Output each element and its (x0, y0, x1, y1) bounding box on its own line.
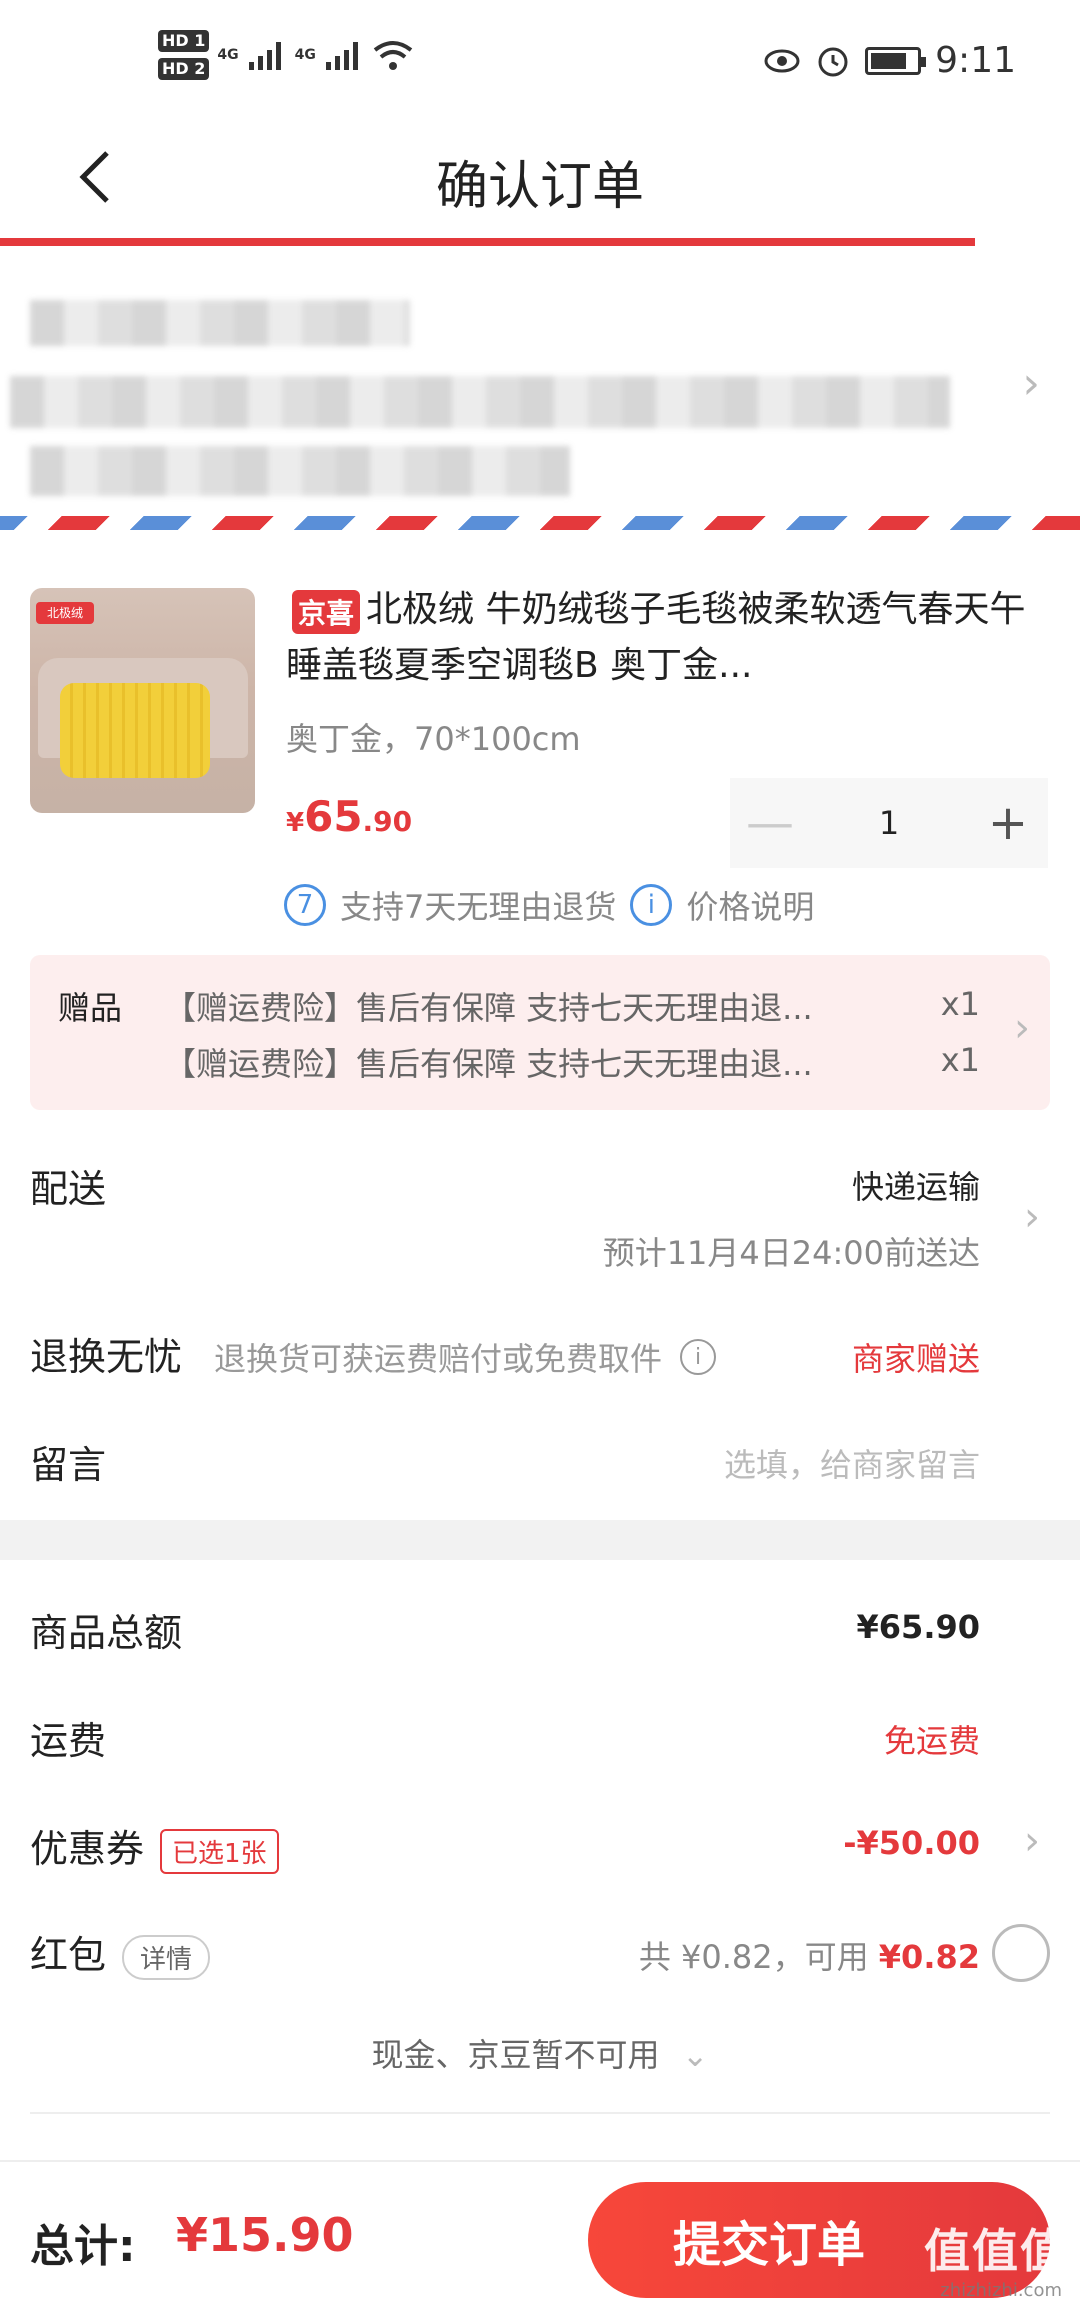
chevron-right-icon: › (1024, 1194, 1040, 1240)
price-int: 65 (304, 792, 363, 841)
quantity-stepper: — 1 + (730, 778, 1048, 868)
total-label: 总计: (30, 2221, 136, 2272)
address-card[interactable]: › (0, 246, 1080, 516)
shipping-label: 运费 (30, 1719, 107, 1763)
status-right: 9:11 (763, 40, 1016, 81)
redpacket-label-text: 红包 (30, 1933, 107, 1977)
shipping-value: 免运费 (883, 1722, 980, 1760)
decrease-button[interactable]: — (730, 795, 810, 851)
signal-icon-2: 4G (294, 47, 316, 63)
alarm-icon (818, 47, 848, 76)
total-value: ¥15.90 (176, 2208, 354, 2262)
info-icon[interactable]: i (680, 1339, 717, 1375)
goods-total-value: ¥65.90 (856, 1608, 980, 1646)
gift-qty: x1 (940, 985, 980, 1023)
clock: 9:11 (935, 40, 1016, 81)
product-price: ¥65.90 (286, 792, 412, 841)
battery-icon (865, 46, 927, 75)
status-bar: HD 1 HD 2 4G 4G 9:11 (0, 0, 1080, 120)
coupon-label: 优惠券 已选1张 (30, 1818, 279, 1874)
redpacket-available: ¥0.82 (878, 1938, 980, 1976)
title-bar: 确认订单 (0, 120, 1080, 238)
address-line-blurred (10, 376, 950, 428)
redpacket-detail-button[interactable]: 详情 (122, 1935, 211, 1980)
goods-total-label: 商品总额 (30, 1611, 183, 1655)
redpacket-total: 共 ¥0.82，可用 (638, 1938, 869, 1976)
gifts-label: 赠品 (58, 989, 123, 1027)
gifts-panel[interactable]: 赠品 【赠运费险】售后有保障 支持七天无理由退... x1 【赠运费险】售后有保… (30, 955, 1050, 1110)
price-currency: ¥ (286, 808, 305, 838)
info-icon: i (630, 884, 673, 926)
price-explain-link[interactable]: 价格说明 (686, 882, 814, 928)
divider (30, 2112, 1050, 2114)
network-indicators: HD 1 HD 2 4G 4G (158, 30, 414, 80)
seven-day-return-icon: 7 (284, 884, 326, 926)
redpacket-radio[interactable] (992, 1924, 1050, 1982)
cash-note-text: 现金、京豆暂不可用 (371, 2036, 660, 2074)
delivery-method: 快递运输 (851, 1168, 980, 1206)
bottom-bar: 总计: ¥15.90 提交订单 (0, 2160, 1080, 2310)
delivery-label: 配送 (30, 1167, 107, 1211)
title-underline (0, 238, 975, 246)
address-line2-blurred (30, 446, 570, 496)
delivery-eta: 预计11月4日24:00前送达 (602, 1234, 980, 1272)
product-title[interactable]: 北极绒 牛奶绒毯子毛毯被柔软透气春天午睡盖毯夏季空调毯B 奥丁金... (286, 582, 1026, 694)
signal-bars-icon-2 (325, 42, 358, 70)
watermark-url: zhizhizhi.com (940, 2280, 1062, 2301)
hd-icons: HD 1 HD 2 (158, 30, 210, 80)
coupon-label-text: 优惠券 (30, 1827, 145, 1871)
returns-desc: 退换货可获运费赔付或免费取件 i (214, 1334, 717, 1380)
signal-icon-1: 4G (217, 47, 239, 63)
coupon-value: -¥50.00 (843, 1824, 980, 1862)
signal-bars-icon (248, 42, 281, 70)
chevron-right-icon: › (1024, 1818, 1040, 1864)
price-dec: .90 (362, 805, 413, 838)
airmail-divider (0, 516, 1080, 530)
wifi-icon (373, 41, 413, 70)
gift-item: 【赠运费险】售后有保障 支持七天无理由退... (164, 1045, 813, 1083)
chevron-right-icon: › (1022, 358, 1040, 409)
gift-item: 【赠运费险】售后有保障 支持七天无理由退... (164, 989, 813, 1027)
hd2-icon: HD 2 (158, 58, 210, 80)
message-label: 留言 (30, 1443, 107, 1487)
redpacket-value: 共 ¥0.82，可用 ¥0.82 (639, 1932, 980, 1978)
chevron-down-icon: ⌄ (681, 2036, 709, 2074)
address-name-blurred (30, 300, 410, 346)
returns-desc-text: 退换货可获运费赔付或免费取件 (214, 1340, 663, 1378)
section-gap (0, 1520, 1080, 1560)
gift-qty: x1 (940, 1041, 980, 1079)
increase-button[interactable]: + (968, 795, 1048, 851)
hd1-icon: HD 1 (158, 30, 210, 52)
returns-value: 商家赠送 (851, 1340, 980, 1378)
product-image[interactable]: 北极绒 (30, 588, 255, 813)
message-input[interactable]: 选填，给商家留言 (724, 1440, 980, 1486)
redpacket-label: 红包 详情 (30, 1924, 211, 1980)
watermark: 值值值 (924, 2224, 1068, 2278)
jingxi-tag: 京喜 (292, 590, 361, 634)
quantity-value[interactable]: 1 (810, 804, 968, 842)
cash-note[interactable]: 现金、京豆暂不可用 ⌄ (0, 2030, 1080, 2076)
returns-label: 退换无忧 (30, 1335, 183, 1379)
eye-icon (764, 49, 800, 72)
coupon-badge: 已选1张 (160, 1829, 279, 1874)
order-confirm-page: HD 1 HD 2 4G 4G 9:11 确认订单 › 北极绒 北极绒 牛奶绒毯… (0, 0, 1080, 2310)
page-title: 确认订单 (435, 157, 644, 217)
product-card: 北极绒 北极绒 牛奶绒毯子毛毯被柔软透气春天午睡盖毯夏季空调毯B 奥丁金... … (0, 530, 1080, 950)
service-row: 7 支持7天无理由退货 i 价格说明 (284, 882, 814, 928)
product-spec: 奥丁金，70*100cm (286, 720, 581, 758)
chevron-right-icon: › (1014, 1005, 1030, 1051)
return-policy-text[interactable]: 支持7天无理由退货 (340, 882, 616, 928)
